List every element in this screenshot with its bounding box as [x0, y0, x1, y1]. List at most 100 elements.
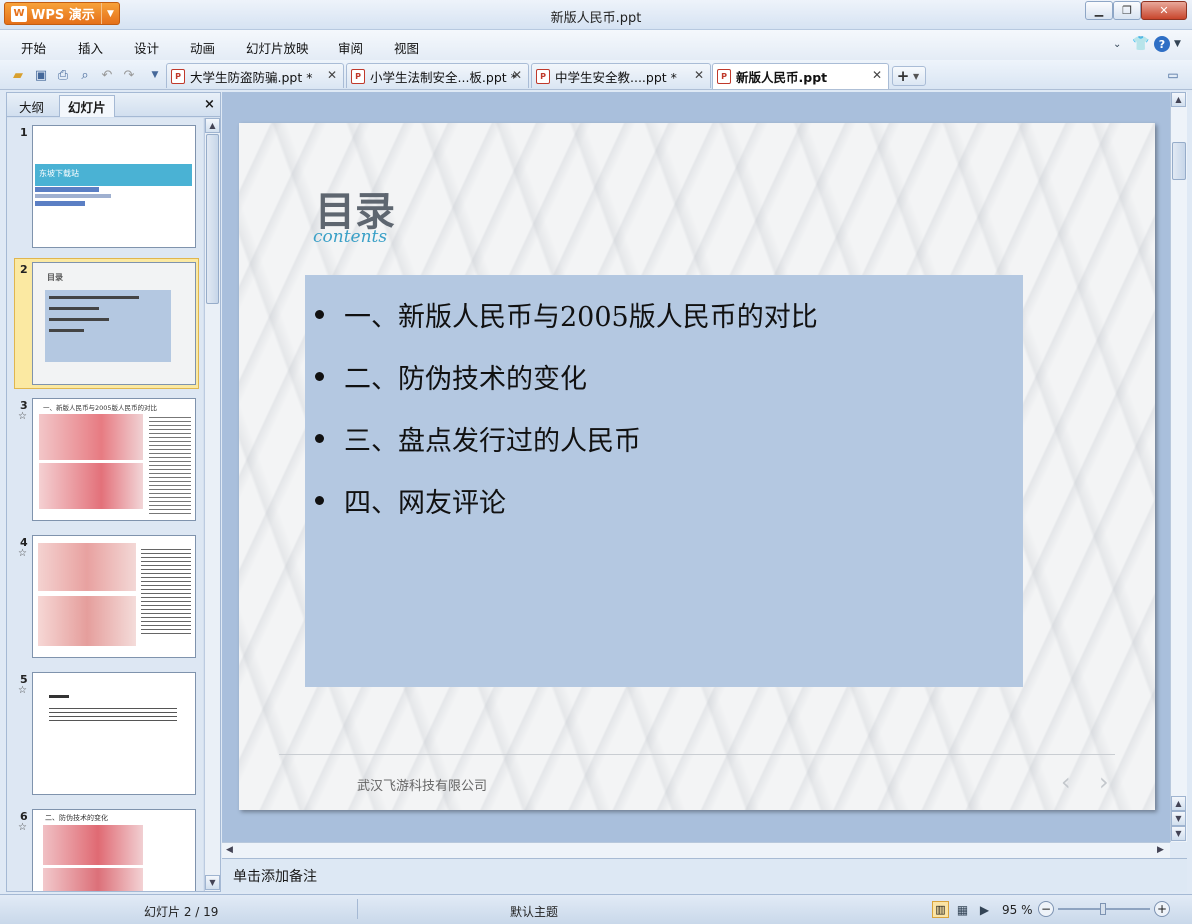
menu-design[interactable]: 设计 — [134, 38, 159, 57]
bullet-item: 四、网友评论 — [315, 481, 506, 520]
status-divider — [357, 899, 358, 919]
zoom-out-icon[interactable]: − — [1038, 901, 1054, 917]
tab-doc-active[interactable]: P 新版人民币.ppt ✕ — [712, 63, 889, 89]
close-button[interactable]: ✕ — [1141, 1, 1187, 20]
slide-sorter-icon[interactable]: ▦ — [954, 901, 971, 918]
title-bar: W WPS 演示 ▼ 新版人民币.ppt ▁ ❐ ✕ — [0, 0, 1192, 30]
menu-slideshow[interactable]: 幻灯片放映 — [246, 38, 309, 57]
animation-star-icon: ☆ — [18, 822, 27, 833]
menu-animation[interactable]: 动画 — [190, 38, 215, 57]
animation-star-icon: ☆ — [18, 548, 27, 559]
slide-thumbnail-5[interactable] — [32, 672, 196, 795]
ppt-file-icon: P — [717, 69, 731, 84]
content-box[interactable]: 一、新版人民币与2005版人民币的对比 二、防伪技术的变化 三、盘点发行过的人民… — [305, 275, 1023, 687]
scroll-thumb[interactable] — [1172, 142, 1186, 180]
slide-thumbnail-2[interactable]: 目录 — [32, 262, 196, 385]
scroll-thumb[interactable] — [206, 134, 219, 304]
help-icon[interactable]: ? — [1154, 36, 1170, 52]
tab-close-icon[interactable]: ✕ — [512, 68, 522, 82]
editor-horizontal-scrollbar[interactable]: ◀ ▶ — [222, 842, 1170, 858]
bullet-item: 三、盘点发行过的人民币 — [315, 419, 641, 458]
menu-view[interactable]: 视图 — [394, 38, 419, 57]
slides-panel: 大纲 幻灯片 × 1 东坡下载站 2 目录 3 ☆ 一、新版人民币与2005版人… — [6, 92, 221, 892]
panel-close-icon[interactable]: × — [204, 97, 215, 112]
chevron-down-icon: ▼ — [913, 71, 920, 81]
slide-number: 2 — [20, 263, 28, 276]
next-arrow-icon: › — [1099, 768, 1109, 796]
restore-icon: ❐ — [1122, 4, 1132, 17]
tab-doc-2[interactable]: P 小学生法制安全...板.ppt * ✕ — [346, 63, 529, 88]
ppt-file-icon: P — [536, 68, 550, 84]
slide-subtitle[interactable]: contents — [313, 227, 387, 247]
thumb-title: 一、新版人民币与2005版人民币的对比 — [43, 404, 158, 412]
tab-close-icon[interactable]: ✕ — [694, 68, 704, 82]
thumbnail-list: 1 东坡下载站 2 目录 3 ☆ 一、新版人民币与2005版人民币的对比 4 ☆… — [7, 118, 203, 891]
tab-close-icon[interactable]: ✕ — [327, 68, 337, 82]
zoom-level: 95 % — [1002, 903, 1033, 917]
scroll-up-icon[interactable]: ▲ — [1171, 796, 1186, 811]
customize-toolbar-icon[interactable]: ▼ — [146, 66, 164, 84]
theme-name: 默认主题 — [510, 905, 559, 919]
ppt-file-icon: P — [351, 68, 365, 84]
menu-review[interactable]: 审阅 — [338, 38, 363, 57]
redo-icon[interactable]: ↷ — [120, 66, 138, 84]
slide-index: 幻灯片 2 / 19 — [144, 905, 219, 919]
undo-icon[interactable]: ↶ — [98, 66, 116, 84]
new-tab-button[interactable]: + ▼ — [892, 66, 926, 86]
tab-slides[interactable]: 幻灯片 — [59, 95, 115, 117]
menu-insert[interactable]: 插入 — [78, 38, 103, 57]
help-dropdown-icon[interactable]: ▼ — [1174, 39, 1181, 49]
window-layout-icon[interactable]: ▭ — [1164, 66, 1182, 84]
print-icon[interactable]: ⎙ — [54, 66, 72, 84]
minimize-button[interactable]: ▁ — [1085, 1, 1113, 20]
zoom-in-icon[interactable]: + — [1154, 901, 1170, 917]
skin-icon[interactable]: 👕 — [1132, 36, 1149, 52]
scroll-down-icon[interactable]: ▼ — [1171, 826, 1186, 841]
menu-bar: 开始 插入 设计 动画 幻灯片放映 审阅 视图 ⌄ 👕 ? ▼ — [0, 30, 1192, 60]
footer-divider — [279, 754, 1115, 755]
tab-doc-1[interactable]: P 大学生防盗防骗.ppt * ✕ — [166, 63, 344, 88]
scroll-left-icon[interactable]: ◀ — [226, 845, 233, 855]
bullet-text: 三、盘点发行过的人民币 — [344, 426, 641, 457]
bullet-text: 一、新版人民币与2005版人民币的对比 — [344, 302, 818, 333]
collapse-ribbon-icon[interactable]: ⌄ — [1113, 39, 1121, 50]
window-title: 新版人民币.ppt — [550, 11, 642, 26]
save-icon[interactable]: ▣ — [32, 66, 50, 84]
plus-icon: + — [896, 67, 910, 85]
editor-vertical-scrollbar[interactable]: ▲ ▲ ▼ ▼ — [1170, 92, 1187, 842]
scroll-down-icon[interactable]: ▼ — [1171, 811, 1186, 826]
minimize-icon: ▁ — [1094, 4, 1104, 17]
slideshow-icon[interactable]: ▶ — [976, 901, 993, 918]
quick-toolbar: ▰ ▣ ⎙ ⌕ ↶ ↷ ▼ P 大学生防盗防骗.ppt * ✕ P 小学生法制安… — [0, 60, 1192, 90]
scroll-up-icon[interactable]: ▲ — [205, 118, 220, 133]
animation-star-icon: ☆ — [18, 411, 27, 422]
panel-tabs: 大纲 幻灯片 × — [7, 93, 220, 117]
thumb-title: 目录 — [47, 273, 63, 282]
tab-doc-3[interactable]: P 中学生安全教....ppt * ✕ — [531, 63, 711, 88]
normal-view-icon[interactable]: ▥ — [932, 901, 949, 918]
slide-thumbnail-4[interactable] — [32, 535, 196, 658]
scroll-right-icon[interactable]: ▶ — [1157, 845, 1164, 855]
slide-canvas[interactable]: 目录 contents 一、新版人民币与2005版人民币的对比 二、防伪技术的变… — [239, 123, 1155, 810]
print-preview-icon[interactable]: ⌕ — [76, 66, 94, 84]
status-bar: 幻灯片 2 / 19 默认主题 ▥ ▦ ▶ 95 % − + — [0, 894, 1192, 924]
scroll-up-icon[interactable]: ▲ — [1171, 92, 1186, 107]
thumbnail-scrollbar[interactable]: ▲ ▼ — [204, 118, 220, 891]
bullet-dot-icon — [315, 434, 324, 443]
slide-thumbnail-1[interactable]: 东坡下载站 — [32, 125, 196, 248]
slide-thumbnail-3[interactable]: 一、新版人民币与2005版人民币的对比 — [32, 398, 196, 521]
tab-outline[interactable]: 大纲 — [11, 95, 52, 117]
scroll-down-icon[interactable]: ▼ — [205, 875, 220, 890]
notes-pane[interactable]: 单击添加备注 — [222, 858, 1187, 892]
animation-star-icon: ☆ — [18, 685, 27, 696]
notes-placeholder[interactable]: 单击添加备注 — [233, 866, 317, 886]
maximize-button[interactable]: ❐ — [1113, 1, 1141, 20]
open-folder-icon[interactable]: ▰ — [9, 66, 27, 84]
tab-label: 大学生防盗防骗.ppt * — [190, 69, 313, 85]
bullet-item: 一、新版人民币与2005版人民币的对比 — [315, 295, 818, 334]
zoom-slider-handle[interactable] — [1100, 903, 1106, 915]
thumb-title: 二、防伪技术的变化 — [45, 814, 108, 822]
slide-thumbnail-6[interactable]: 二、防伪技术的变化 — [32, 809, 196, 891]
menu-home[interactable]: 开始 — [21, 38, 46, 57]
tab-close-icon[interactable]: ✕ — [872, 68, 882, 82]
